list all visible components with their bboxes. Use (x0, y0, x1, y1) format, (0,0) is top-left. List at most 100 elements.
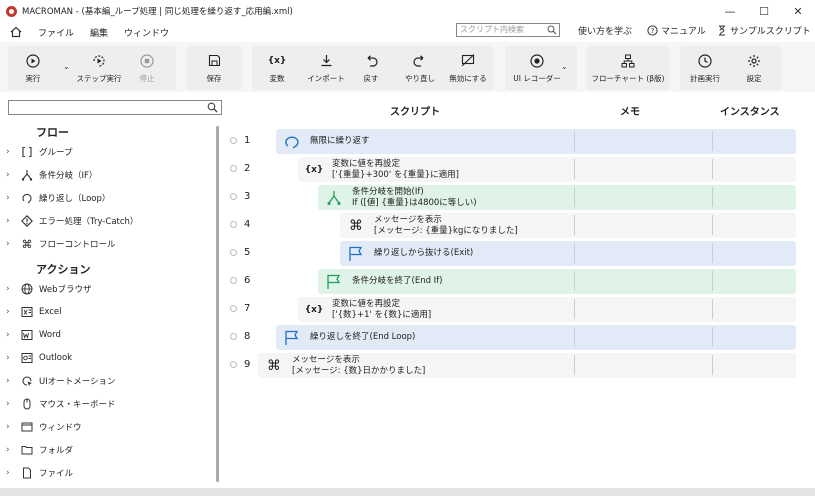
maximize-icon[interactable]: ☐ (747, 0, 781, 22)
breakpoint-toggle[interactable] (230, 137, 237, 144)
sidebar-item-web-browser[interactable]: › Webブラウザ (6, 280, 92, 298)
learn-link[interactable]: 使い方を学ぶ (578, 24, 632, 37)
column-header-script: スクリプト (390, 107, 440, 118)
sidebar-item-loop[interactable]: › 繰り返し（Loop） (6, 189, 110, 207)
sidebar-item-ui-automation[interactable]: › UIオートメーション (6, 372, 116, 390)
breakpoint-toggle[interactable] (230, 305, 237, 312)
sidebar-item-file[interactable]: › ファイル (6, 464, 73, 482)
import-button[interactable]: インポート (304, 46, 348, 90)
disable-button[interactable]: 無効にする (448, 46, 488, 90)
sidebar-item-folder[interactable]: › フォルダ (6, 441, 73, 459)
sample-script-icon (719, 25, 725, 36)
script-row[interactable]: 1 無限に繰り返す (228, 128, 796, 154)
script-search-input[interactable]: スクリプト内検索 (456, 23, 560, 37)
run-dropdown-chevron-icon[interactable]: ⌄ (63, 62, 70, 71)
sidebar-item-group[interactable]: › グループ (6, 143, 73, 161)
chevron-right-icon: › (6, 170, 10, 180)
action-title: メッセージを表示 (292, 354, 360, 365)
breakpoint-toggle[interactable] (230, 333, 237, 340)
breakpoint-toggle[interactable] (230, 221, 237, 228)
menu-file[interactable]: ファイル (38, 26, 74, 39)
close-icon[interactable]: ✕ (781, 0, 815, 22)
stop-label: 停止 (139, 73, 155, 83)
menu-window[interactable]: ウィンドウ (124, 26, 169, 39)
if-block[interactable]: 条件分岐を開始(If) If ([値] {重量}は4800に等しい) (318, 185, 796, 210)
sidebar-item-excel[interactable]: › Excel (6, 303, 62, 321)
breakpoint-toggle[interactable] (230, 193, 237, 200)
gear-icon (748, 54, 760, 67)
manual-link[interactable]: ? マニュアル (647, 24, 706, 37)
set-variable-block[interactable]: {x} 変数に値を再設定 ['{重量}+300' を{重量}に適用] (298, 157, 796, 182)
undo-button[interactable]: 戻す (358, 46, 384, 90)
manual-label: マニュアル (661, 27, 706, 37)
sidebar-scrollbar[interactable] (216, 126, 219, 482)
script-row[interactable]: 7 {x} 変数に値を再設定 ['{数}+1' を{数}に適用] (228, 296, 796, 322)
samples-label: サンプルスクリプト (730, 27, 811, 37)
set-variable-block[interactable]: {x} 変数に値を再設定 ['{数}+1' を{数}に適用] (298, 297, 796, 322)
loop-block[interactable]: 無限に繰り返す (276, 129, 796, 154)
sidebar-item-mouse-keyboard[interactable]: › マウス・キーボード (6, 395, 116, 413)
step-run-button[interactable]: ステップ実行 (74, 46, 124, 90)
clock-icon (698, 53, 712, 68)
end-loop-block[interactable]: 繰り返しを終了(End Loop) (276, 325, 796, 350)
variable-icon: {x} (304, 304, 324, 315)
command-icon: ⌘ (349, 217, 363, 234)
action-detail: ['{重量}+300' を{重量}に適用] (332, 169, 459, 180)
samples-link[interactable]: サンプルスクリプト (717, 24, 811, 37)
sidebar-item-label: ファイル (39, 469, 74, 479)
sidebar-item-if[interactable]: › 条件分岐（IF） (6, 166, 97, 184)
action-title: 変数に値を再設定 (332, 158, 401, 169)
variable-button[interactable]: {x} 変数 (262, 46, 292, 90)
end-if-block[interactable]: 条件分岐を終了(End If) (318, 269, 796, 294)
settings-label: 設定 (746, 73, 762, 83)
schedule-group: 計画実行 設定 (680, 46, 782, 90)
import-icon (321, 55, 331, 67)
scheduled-run-button[interactable]: 計画実行 (686, 46, 724, 90)
script-row[interactable]: 2 {x} 変数に値を再設定 ['{重量}+300' を{重量}に適用] (228, 156, 796, 182)
sidebar-item-outlook[interactable]: › Outlook (6, 349, 72, 367)
script-row[interactable]: 3 条件分岐を開始(If) If ([値] {重量}は4800に等しい) (228, 184, 796, 210)
sidebar-item-window[interactable]: › ウィンドウ (6, 418, 82, 436)
flag-icon (285, 330, 299, 345)
flowchart-button[interactable]: フローチャート (β版) (590, 46, 666, 90)
stop-button[interactable]: 停止 (134, 46, 160, 90)
script-row[interactable]: 4 ⌘ メッセージを表示 [メッセージ: {重量}kgになりました] (228, 212, 796, 238)
menu-edit[interactable]: 編集 (90, 26, 108, 39)
sidebar-search-input[interactable] (8, 100, 222, 115)
redo-button[interactable]: やり直し (400, 46, 440, 90)
settings-button[interactable]: 設定 (740, 46, 768, 90)
sidebar-item-try-catch[interactable]: › エラー処理（Try-Catch） (6, 212, 138, 230)
script-row[interactable]: 8 繰り返しを終了(End Loop) (228, 324, 796, 350)
sidebar-item-word[interactable]: › Word (6, 326, 61, 344)
sidebar-item-flow-control[interactable]: › ⌘ フローコントロール (6, 235, 116, 253)
exit-loop-block[interactable]: 繰り返しから抜ける(Exit) (340, 241, 796, 266)
search-icon (207, 102, 218, 113)
save-button[interactable]: 保存 (200, 46, 228, 90)
run-button[interactable]: 実行 (18, 46, 48, 90)
breakpoint-toggle[interactable] (230, 361, 237, 368)
chevron-right-icon: › (6, 147, 10, 157)
script-row[interactable]: 9 ⌘ メッセージを表示 [メッセージ: {数}日かかりました] (228, 352, 796, 378)
breakpoint-toggle[interactable] (230, 165, 237, 172)
breakpoint-toggle[interactable] (230, 277, 237, 284)
show-message-block[interactable]: ⌘ メッセージを表示 [メッセージ: {重量}kgになりました] (340, 213, 796, 238)
branch-icon (327, 190, 341, 205)
ui-recorder-button[interactable]: UI レコーダー (513, 46, 561, 90)
recorder-dropdown-chevron-icon[interactable]: ⌄ (561, 62, 568, 71)
action-title: メッセージを表示 (374, 214, 442, 225)
action-title: 繰り返しから抜ける(Exit) (374, 248, 474, 258)
chevron-right-icon: › (6, 330, 10, 340)
breakpoint-toggle[interactable] (230, 249, 237, 256)
chevron-right-icon: › (6, 193, 10, 203)
sidebar-item-label: Word (39, 330, 61, 340)
minimize-icon[interactable]: — (713, 0, 747, 22)
group-icon (22, 146, 32, 158)
home-icon[interactable] (10, 26, 22, 38)
flag-icon (327, 274, 341, 289)
script-row[interactable]: 6 条件分岐を終了(End If) (228, 268, 796, 294)
script-row[interactable]: 5 繰り返しから抜ける(Exit) (228, 240, 796, 266)
action-title: 変数に値を再設定 (332, 298, 401, 309)
command-icon: ⌘ (267, 357, 281, 374)
learn-label: 使い方を学ぶ (578, 27, 633, 37)
show-message-block[interactable]: ⌘ メッセージを表示 [メッセージ: {数}日かかりました] (258, 353, 796, 378)
